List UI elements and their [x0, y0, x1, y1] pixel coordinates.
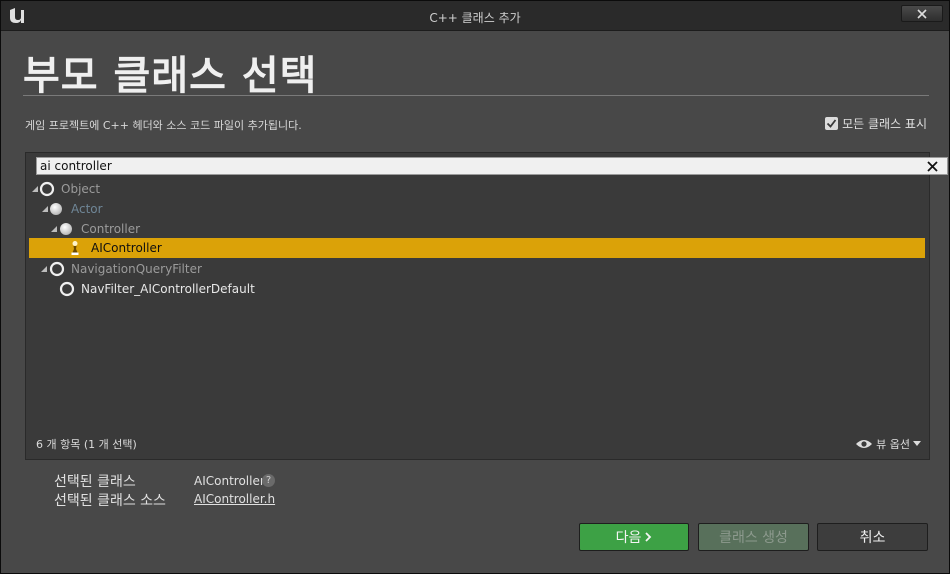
- tree-item-label: NavFilter_AIControllerDefault: [81, 282, 255, 296]
- expanded-arrow-icon[interactable]: [39, 264, 49, 274]
- search-box[interactable]: [36, 157, 948, 175]
- show-all-label: 모든 클래스 표시: [842, 117, 927, 131]
- add-cpp-class-dialog: C++ 클래스 추가 부모 클래스 선택 게임 프로젝트에 C++ 헤더와 소스…: [0, 0, 950, 574]
- selected-class-label: 선택된 클래스: [54, 474, 136, 490]
- checkmark-icon: [826, 119, 837, 128]
- selected-source-label: 선택된 클래스 소스: [54, 493, 166, 509]
- pawn-icon: [71, 241, 79, 255]
- page-heading: 부모 클래스 선택: [23, 53, 318, 99]
- tree-item-label: Controller: [81, 222, 141, 236]
- hollow-circle-icon: [59, 281, 75, 297]
- next-button-label: 다음: [615, 530, 642, 546]
- selected-class-value: AIController: [194, 474, 265, 488]
- selected-source-link[interactable]: AIController.h: [194, 492, 275, 506]
- view-options-label: 뷰 옵션: [876, 438, 910, 451]
- tree-item-label: NavigationQueryFilter: [71, 262, 202, 276]
- white-sphere-icon: [50, 203, 62, 215]
- show-all-classes-toggle[interactable]: 모든 클래스 표시: [825, 115, 927, 132]
- close-icon: [917, 8, 927, 19]
- tree-item-navigationqueryfilter[interactable]: NavigationQueryFilter: [26, 259, 929, 279]
- hollow-circle-icon: [39, 181, 55, 197]
- show-all-checkbox[interactable]: [825, 117, 839, 130]
- close-button[interactable]: [901, 5, 943, 22]
- item-count: 6 개 항목 (1 개 선택): [36, 438, 137, 451]
- hollow-circle-icon: [49, 261, 65, 277]
- tree-item-label: Object: [61, 182, 101, 196]
- title-bar: C++ 클래스 추가: [1, 1, 949, 31]
- cancel-button[interactable]: 취소: [817, 523, 928, 551]
- create-class-button[interactable]: 클래스 생성: [698, 523, 809, 551]
- expanded-arrow-icon[interactable]: [49, 224, 59, 234]
- view-options-button[interactable]: 뷰 옵션: [855, 436, 921, 452]
- tree-item-actor[interactable]: Actor: [26, 199, 929, 219]
- tree-item-aicontroller[interactable]: AIController: [29, 238, 925, 258]
- eye-icon: [856, 440, 873, 448]
- next-button[interactable]: 다음: [579, 523, 689, 551]
- chevron-down-icon: [913, 441, 921, 446]
- tree-item-navfilter-aicontrollerdefault[interactable]: NavFilter_AIControllerDefault: [26, 279, 929, 299]
- description-text: 게임 프로젝트에 C++ 헤더와 소스 코드 파일이 추가됩니다.: [25, 119, 302, 132]
- search-input[interactable]: [40, 158, 890, 174]
- heading-divider: [23, 95, 929, 96]
- window-title: C++ 클래스 추가: [429, 11, 521, 25]
- tree-item-controller[interactable]: Controller: [26, 219, 929, 239]
- white-sphere-icon: [60, 223, 72, 235]
- tree-item-label: AIController: [91, 241, 162, 255]
- class-picker-panel: Object Actor Controller AI: [25, 152, 948, 460]
- tree-item-object[interactable]: Object: [26, 179, 929, 199]
- chevron-right-icon: [645, 532, 652, 542]
- help-icon[interactable]: ?: [262, 474, 275, 487]
- tree-item-label: Actor: [71, 202, 103, 216]
- clear-search-icon[interactable]: [926, 160, 939, 173]
